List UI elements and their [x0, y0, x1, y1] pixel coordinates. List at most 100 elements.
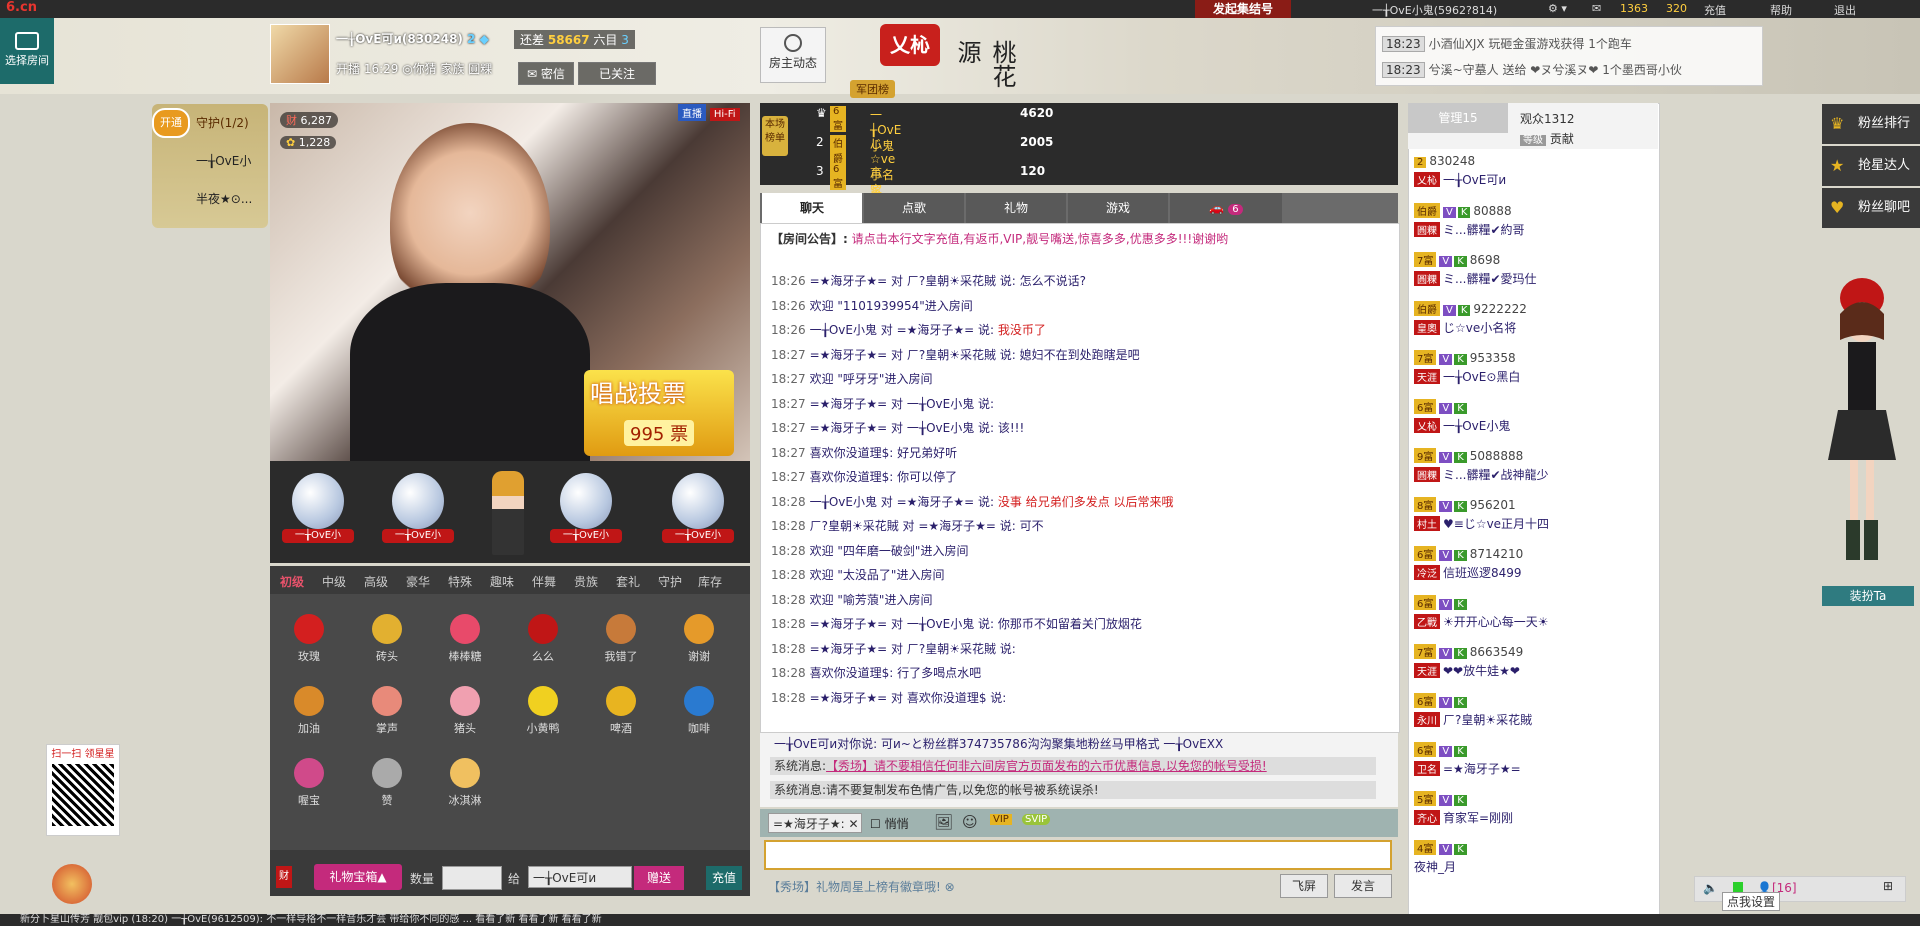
gift-item[interactable]: 么么	[518, 614, 568, 664]
user-row[interactable]: 6富 V K 永川 ㄏ?皇朝☀采花賊	[1414, 693, 1654, 728]
gift-item[interactable]: 猪头	[440, 686, 490, 736]
svip-emoji-icon[interactable]: SVIP	[1022, 814, 1051, 825]
close-icon[interactable]: ✕	[848, 817, 858, 831]
anchor-avatar[interactable]	[270, 24, 330, 84]
tab-admins[interactable]: 管理15	[1408, 103, 1508, 133]
user-row[interactable]: 6富 V K 卫名 =★海牙子★=	[1414, 742, 1654, 777]
user-row[interactable]: 7富 V K 953358 天涯 一╁OvE⊙黑白	[1414, 350, 1654, 385]
gift-item[interactable]: 我错了	[596, 614, 646, 664]
chat-input[interactable]	[764, 840, 1392, 870]
army-rank-tag[interactable]: 军团榜	[850, 80, 895, 98]
vip-emoji-icon[interactable]: VIP	[990, 814, 1012, 825]
close-icon[interactable]: ⊗	[945, 880, 955, 894]
seat[interactable]: 一╁OvE小	[662, 473, 734, 553]
user-row[interactable]: 6富 V K 8714210 冷泛 信班巡逻8499	[1414, 546, 1654, 581]
user-row[interactable]: 6富 V K 乙戰 ☀开开心心每一天☀	[1414, 595, 1654, 630]
user-row[interactable]: 8富 V K 956201 村土 ♥≡じ☆ve正月十四	[1414, 497, 1654, 532]
user-row[interactable]: 7富 V K 8698 圓粿 ミ...髒糧✔愛玛仕	[1414, 252, 1654, 287]
fly-screen-button[interactable]: 飞屏	[1280, 874, 1328, 898]
gift-tab[interactable]: 库存	[698, 573, 722, 590]
emoji-icon[interactable]: ☺	[962, 813, 978, 831]
gift-tab[interactable]: 趣味	[490, 573, 514, 590]
family-badge: 冷泛	[1414, 565, 1440, 580]
contribution-header[interactable]: 等级 贡献	[1520, 130, 1574, 147]
chat-log[interactable]: 【房间公告】: 请点击本行文字充值,有返币,VIP,靓号嘴送,惊喜多多,优惠多多…	[760, 223, 1400, 733]
gift-tab[interactable]: 守护	[658, 573, 682, 590]
seat[interactable]: 一╁OvE小	[282, 473, 354, 553]
gift-item[interactable]: 咖啡	[674, 686, 724, 736]
gift-tab[interactable]: 初级	[280, 573, 304, 590]
gift-tab[interactable]: 豪华	[406, 573, 430, 590]
tab-gift[interactable]: 礼物	[966, 193, 1066, 223]
settings-icon[interactable]: ⚙ ▾	[1548, 2, 1567, 15]
tab-car[interactable]: 🚗 6	[1170, 193, 1282, 223]
site-logo[interactable]: 6.cn	[6, 0, 37, 15]
chat-recipient-select[interactable]: =★海牙子★: ✕	[768, 813, 862, 833]
gift-bag-icon[interactable]	[52, 864, 92, 904]
recharge-link[interactable]: 充值	[1704, 2, 1726, 18]
guard-member[interactable]: 半夜★⊙...	[196, 190, 252, 207]
user-row[interactable]: 伯爵 V K 9222222 皇奧 じ☆ve小名将	[1414, 301, 1654, 336]
gift-item[interactable]: 掌声	[362, 686, 412, 736]
send-gift-button[interactable]: 赠送	[634, 866, 684, 890]
tab-game[interactable]: 游戏	[1068, 193, 1168, 223]
seat[interactable]: 一╁OvE小	[550, 473, 622, 553]
tab-chat[interactable]: 聊天	[762, 193, 862, 223]
open-guard-button[interactable]: 开通	[152, 108, 190, 138]
vip-badge: V	[1439, 403, 1453, 414]
anchor-name[interactable]: 一╁OvE可и(830248) 2 ◆	[336, 30, 489, 47]
gift-tab[interactable]: 贵族	[574, 573, 598, 590]
recharge-button[interactable]: 充值	[706, 866, 742, 890]
gift-tab[interactable]: 特殊	[448, 573, 472, 590]
quantity-input[interactable]	[442, 866, 502, 890]
user-row[interactable]: 7富 V K 8663549 天涯 ❤❤放牛娃★❤	[1414, 644, 1654, 679]
gift-item[interactable]: 棒棒糖	[440, 614, 490, 664]
gift-item[interactable]: 小黄鸭	[518, 686, 568, 736]
gift-box-button[interactable]: 礼物宝箱▲	[314, 864, 402, 890]
owner-dynamic-button[interactable]: 房主动态	[760, 27, 826, 83]
gift-item[interactable]: 加油	[284, 686, 334, 736]
whisper-checkbox[interactable]: ☐ 悄悄	[870, 815, 909, 832]
select-room-button[interactable]: 选择房间	[0, 18, 54, 84]
volume-icon[interactable]: 🔈	[1703, 881, 1718, 895]
gift-tab[interactable]: 中级	[322, 573, 346, 590]
user-row[interactable]: 伯爵 V K 80888 圓粿 ミ...髒糧✔約哥	[1414, 203, 1654, 238]
tab-audience[interactable]: 观众1312	[1520, 110, 1575, 127]
seat[interactable]: 一╁OvE小	[382, 473, 454, 553]
image-icon[interactable]: 🖼	[934, 813, 953, 831]
gift-item[interactable]: 冰淇淋	[440, 758, 490, 808]
user-row[interactable]: 6富 V K 乂杺 一╁OvE小鬼	[1414, 399, 1654, 434]
gift-tab[interactable]: 套礼	[616, 573, 640, 590]
user-row[interactable]: 2 830248 乂杺 一╁OvE可и	[1414, 154, 1654, 188]
gift-tab[interactable]: 高级	[364, 573, 388, 590]
guard-member[interactable]: 一╁OvE小	[196, 152, 251, 169]
user-row[interactable]: 5富 V K 齐心 育家军=刚刚	[1414, 791, 1654, 826]
follow-button[interactable]: 已关注	[578, 62, 656, 85]
send-message-button[interactable]: 发言	[1334, 874, 1392, 898]
user-row[interactable]: 4富 V K 夜神_月	[1414, 840, 1654, 875]
gift-item[interactable]: 砖头	[362, 614, 412, 664]
user-row[interactable]: 9富 V K 5088888 圓粿 ミ...髒糧✔战神龍少	[1414, 448, 1654, 483]
help-link[interactable]: 帮助	[1770, 2, 1792, 18]
user-name[interactable]: 一╁OvE小鬼(5962?814)	[1372, 2, 1497, 18]
tab-song[interactable]: 点歌	[864, 193, 964, 223]
gift-tab[interactable]: 伴舞	[532, 573, 556, 590]
dress-up-button[interactable]: 装扮Ta	[1822, 586, 1914, 606]
dress-up-avatar[interactable]	[1812, 270, 1912, 580]
wealth-button[interactable]: 财	[276, 866, 292, 888]
seat-avatar-figure[interactable]	[492, 471, 524, 555]
private-message-button[interactable]: ✉ 密信	[518, 62, 574, 85]
room-announcement[interactable]: 【房间公告】: 请点击本行文字充值,有返币,VIP,靓号嘴送,惊喜多多,优惠多多…	[771, 230, 1228, 247]
gift-item[interactable]: 谢谢	[674, 614, 724, 664]
qr-code-panel[interactable]: 扫一扫 领星星	[46, 744, 120, 836]
gift-item[interactable]: 啤酒	[596, 686, 646, 736]
launch-rally-button[interactable]: 发起集结号	[1195, 0, 1291, 18]
gift-item[interactable]: 喔宝	[284, 758, 334, 808]
settings-tooltip[interactable]: 点我设置	[1722, 892, 1781, 911]
logout-link[interactable]: 退出	[1834, 2, 1856, 18]
mail-icon[interactable]: ✉	[1592, 2, 1601, 15]
gift-recipient-select[interactable]: 一╁OvE可и	[528, 866, 632, 888]
expand-icon[interactable]: ⊞	[1883, 879, 1893, 893]
gift-item[interactable]: 赞	[362, 758, 412, 808]
gift-item[interactable]: 玫瑰	[284, 614, 334, 664]
